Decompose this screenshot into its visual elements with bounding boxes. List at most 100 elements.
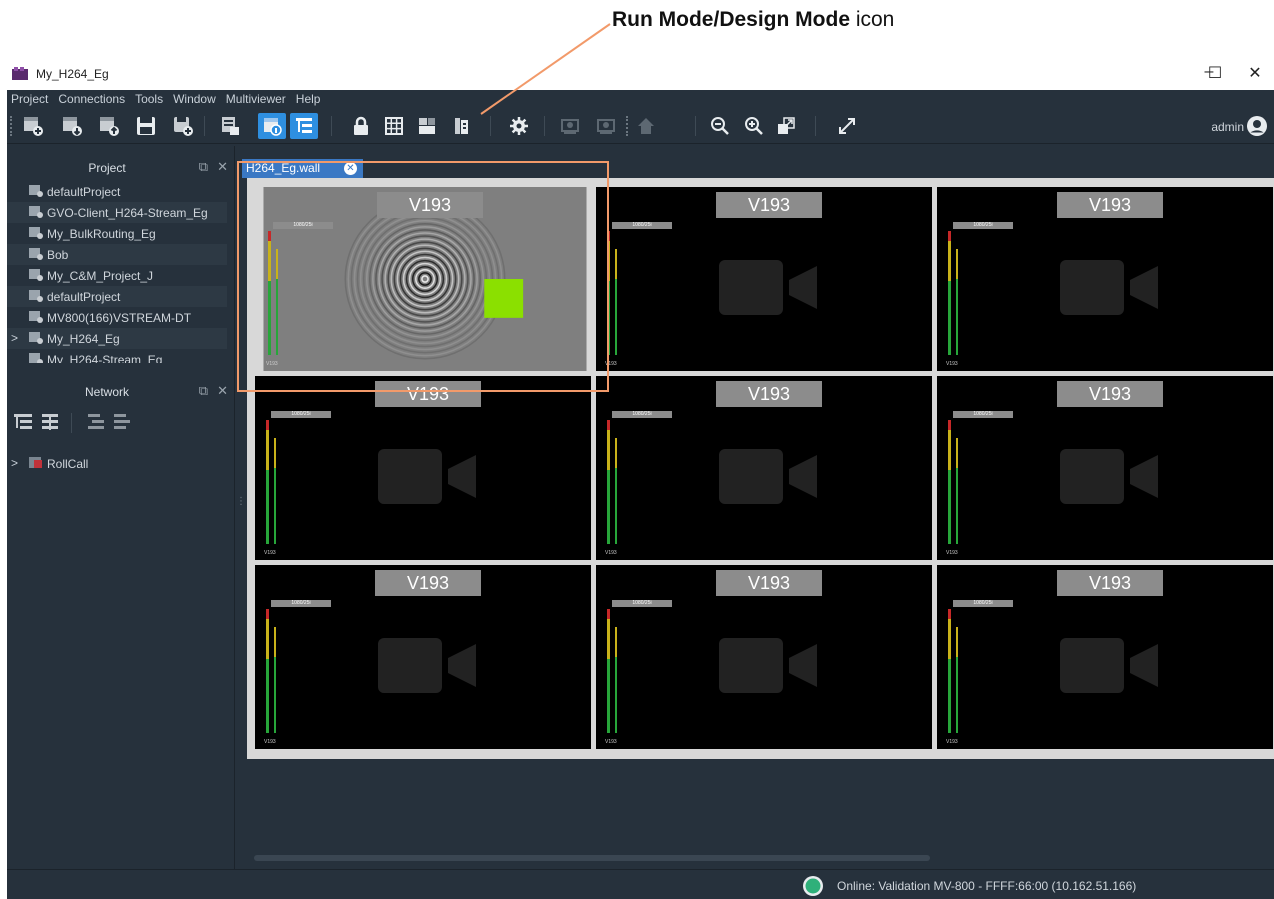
- project-item-label: MV800(166)VSTREAM-DT: [47, 311, 192, 325]
- save-as-button[interactable]: [169, 113, 197, 139]
- expand-all-icon[interactable]: [12, 411, 34, 433]
- layout-button[interactable]: [413, 113, 441, 139]
- document-tab[interactable]: H264_Eg.wall ✕: [242, 159, 363, 178]
- properties-icon: [222, 117, 239, 135]
- grid-button[interactable]: [380, 113, 408, 139]
- user-avatar-icon[interactable]: [1246, 115, 1268, 137]
- project-file-icon: [29, 206, 43, 218]
- tile-format-label: 1080/25i: [271, 600, 331, 607]
- zoom-in-button[interactable]: [740, 113, 768, 139]
- toolbar-separator: [544, 116, 545, 136]
- video-tile[interactable]: V193 1080/25i V193: [596, 187, 932, 371]
- connect-button[interactable]: [556, 113, 584, 139]
- settings-icon: [510, 117, 528, 135]
- menu-connections[interactable]: Connections: [54, 90, 131, 108]
- export-project-icon: [100, 117, 119, 136]
- grid-icon: [385, 117, 403, 135]
- network-item[interactable]: > RollCall: [7, 453, 227, 474]
- menu-tools[interactable]: Tools: [131, 90, 169, 108]
- disconnect-button[interactable]: [592, 113, 620, 139]
- main-toolbar: admin: [7, 108, 1274, 144]
- project-file-icon: [29, 353, 43, 363]
- menu-multiviewer[interactable]: Multiviewer: [222, 90, 292, 108]
- disconnect-icon: [597, 119, 615, 134]
- video-tile[interactable]: V193 1080/25i V193: [937, 565, 1273, 749]
- project-item[interactable]: Bob: [7, 244, 227, 265]
- menu-help[interactable]: Help: [292, 90, 327, 108]
- network-panel-header: Network ⧉ ✕: [7, 380, 234, 402]
- no-signal-camera-icon: [1060, 260, 1158, 315]
- tile-source-label: V193: [375, 381, 481, 407]
- panel-splitter[interactable]: [7, 367, 234, 375]
- tile-umd-label: V193: [605, 550, 617, 556]
- video-tile[interactable]: V193 1080/25i V193: [937, 376, 1273, 560]
- video-tile[interactable]: V193 1080/25i V193: [257, 187, 593, 371]
- project-item[interactable]: MV800(166)VSTREAM-DT: [7, 307, 227, 328]
- collapse-all-icon[interactable]: [39, 411, 61, 433]
- project-item-label: My_BulkRouting_Eg: [47, 227, 156, 241]
- tree-view-icon: [296, 118, 312, 133]
- expand-selected-icon[interactable]: [85, 411, 107, 433]
- new-project-icon: [24, 117, 43, 136]
- tile-source-label: V193: [716, 192, 822, 218]
- tree-view-button[interactable]: [290, 113, 318, 139]
- project-item[interactable]: defaultProject: [7, 181, 227, 202]
- no-signal-camera-icon: [1060, 449, 1158, 504]
- export-project-button[interactable]: [95, 113, 123, 139]
- close-window-button[interactable]: ✕: [1240, 63, 1270, 83]
- tile-umd-label: V193: [946, 361, 958, 367]
- project-item[interactable]: defaultProject: [7, 286, 227, 307]
- horizontal-scrollbar[interactable]: [254, 855, 930, 861]
- video-tile[interactable]: V193 1080/25i V193: [596, 565, 932, 749]
- close-tab-button[interactable]: ✕: [344, 162, 357, 175]
- assign-button[interactable]: [447, 113, 475, 139]
- project-panel-header: Project ⧉ ✕: [7, 156, 234, 178]
- run-design-mode-button[interactable]: [258, 113, 286, 139]
- project-item[interactable]: My_C&M_Project_J: [7, 265, 227, 286]
- import-project-button[interactable]: [58, 113, 86, 139]
- project-item[interactable]: My_H264-Stream_Eg: [7, 349, 227, 363]
- tile-format-label: 1080/25i: [612, 411, 672, 418]
- project-item[interactable]: My_BulkRouting_Eg: [7, 223, 227, 244]
- network-panel-close-button[interactable]: ✕: [217, 383, 228, 399]
- save-icon: [137, 117, 155, 135]
- collapse-selected-icon[interactable]: [111, 411, 133, 433]
- zoom-fit-button[interactable]: [772, 113, 800, 139]
- audio-meter-icon: [607, 231, 617, 355]
- lock-button[interactable]: [347, 113, 375, 139]
- fullscreen-button[interactable]: [833, 113, 861, 139]
- project-item[interactable]: > My_H264_Eg: [7, 328, 227, 349]
- document-tab-label: H264_Eg.wall: [246, 161, 321, 175]
- vertical-splitter[interactable]: ⋮: [234, 146, 246, 869]
- properties-button[interactable]: [216, 113, 244, 139]
- video-tile[interactable]: V193 1080/25i V193: [596, 376, 932, 560]
- project-panel-close-button[interactable]: ✕: [217, 159, 228, 175]
- project-item-label: My_C&M_Project_J: [47, 269, 154, 283]
- project-file-icon: [29, 290, 43, 302]
- no-signal-camera-icon: [719, 638, 817, 693]
- video-tile[interactable]: V193 1080/25i V193: [937, 187, 1273, 371]
- app-logo-icon: [12, 67, 28, 80]
- expand-chevron-icon[interactable]: >: [11, 456, 18, 470]
- video-tile[interactable]: V193 1080/25i V193: [255, 565, 591, 749]
- window-title: My_H264_Eg: [36, 67, 109, 81]
- settings-button[interactable]: [505, 113, 533, 139]
- menu-project[interactable]: Project: [7, 90, 54, 108]
- project-panel-float-button[interactable]: ⧉: [199, 159, 208, 175]
- maximize-button[interactable]: ☐: [1200, 63, 1230, 83]
- new-project-button[interactable]: [19, 113, 47, 139]
- project-file-icon: [29, 332, 43, 344]
- menu-window[interactable]: Window: [169, 90, 222, 108]
- expand-chevron-icon[interactable]: >: [11, 331, 18, 345]
- tile-umd-label: V193: [264, 550, 276, 556]
- toolbar-grip[interactable]: [626, 116, 628, 136]
- project-item[interactable]: GVO-Client_H264-Stream_Eg: [7, 202, 227, 223]
- tile-source-label: V193: [716, 570, 822, 596]
- zoom-out-button[interactable]: [706, 113, 734, 139]
- tile-source-label: V193: [1057, 381, 1163, 407]
- home-button[interactable]: [632, 113, 660, 139]
- save-button[interactable]: [132, 113, 160, 139]
- toolbar-grip[interactable]: [10, 116, 12, 136]
- video-tile[interactable]: V193 1080/25i V193: [255, 376, 591, 560]
- network-panel-float-button[interactable]: ⧉: [199, 383, 208, 399]
